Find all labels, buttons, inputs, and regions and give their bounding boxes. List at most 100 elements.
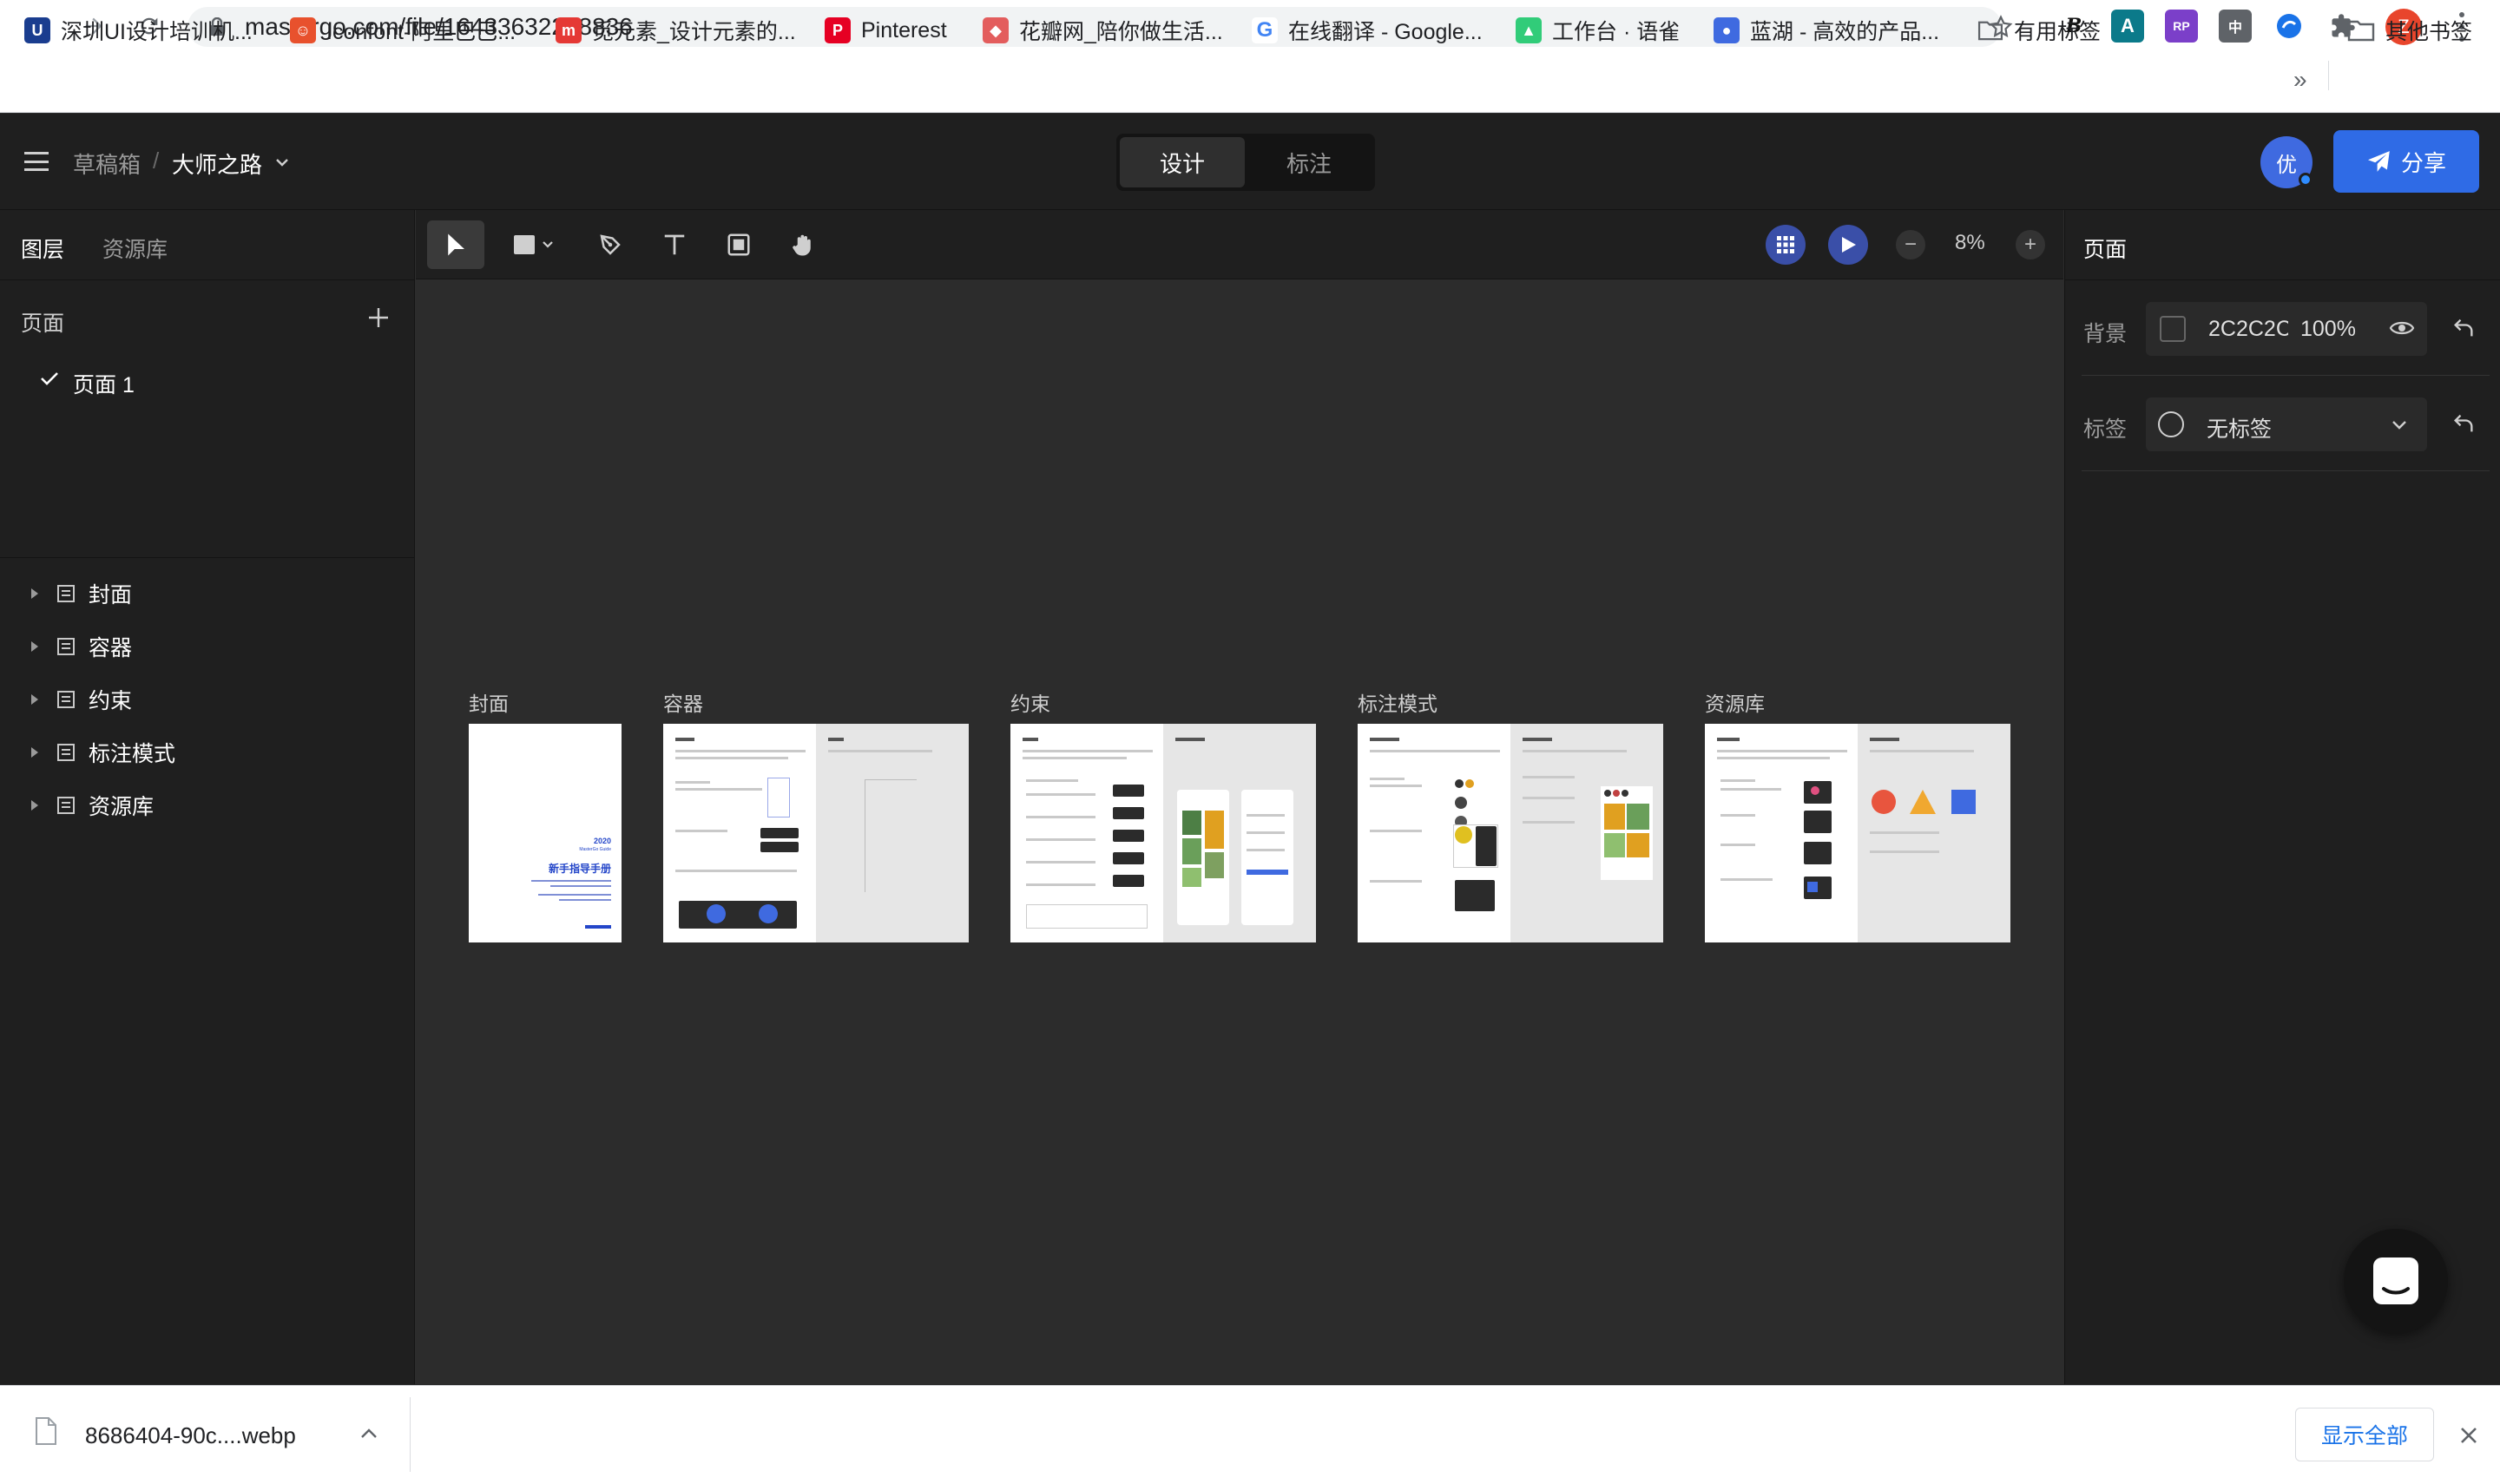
frame-cover[interactable]: 2020 MasterGo Guide 新手指导手册	[469, 724, 622, 942]
layer-row[interactable]: 容器	[0, 621, 415, 673]
chevron-down-icon[interactable]	[2391, 418, 2408, 430]
chevron-down-icon[interactable]	[274, 156, 290, 168]
extension-a-icon[interactable]: A	[2111, 10, 2144, 43]
yuque-icon: ▲	[1516, 17, 1542, 43]
tab-assets[interactable]: 资源库	[102, 233, 168, 264]
expand-triangle-icon[interactable]	[31, 588, 38, 599]
tab-design[interactable]: 设计	[1120, 137, 1245, 187]
components-button[interactable]	[1766, 225, 1806, 265]
bookmark-label: 深圳UI设计培训机...	[61, 20, 253, 44]
extension-blue-icon[interactable]	[2273, 10, 2306, 43]
layer-row[interactable]: 标注模式	[0, 726, 415, 778]
bookmark-label: 花瓣网_陪你做生活...	[1019, 20, 1223, 44]
properties-separator	[2082, 470, 2490, 471]
expand-triangle-icon[interactable]	[31, 800, 38, 811]
bookmark-item[interactable]: ◆ 花瓣网_陪你做生活...	[983, 14, 1223, 47]
layer-row[interactable]: 约束	[0, 673, 415, 726]
bookmark-item[interactable]: 有用标签	[1977, 14, 2101, 47]
tab-annotate[interactable]: 标注	[1247, 137, 1372, 187]
help-chat-button[interactable]	[2344, 1229, 2448, 1333]
breadcrumb-drafts[interactable]: 草稿箱	[73, 148, 141, 180]
frame-icon	[57, 638, 75, 655]
frame-icon	[57, 744, 75, 761]
add-page-icon[interactable]	[366, 305, 391, 330]
pages-layers-divider[interactable]	[0, 557, 415, 558]
bookmark-label: 觅元素_设计元素的...	[592, 20, 796, 44]
more-bookmarks-button[interactable]: »	[2293, 66, 2307, 94]
text-icon	[664, 234, 685, 255]
bookmark-label: 工作台 · 语雀	[1552, 20, 1681, 44]
extension-rp-icon[interactable]: RP	[2165, 10, 2198, 43]
show-all-downloads-button[interactable]: 显示全部	[2295, 1408, 2434, 1461]
google-icon: G	[1252, 17, 1278, 43]
layer-label: 封面	[89, 583, 133, 607]
frame-tool[interactable]	[710, 220, 767, 269]
hamburger-menu-icon[interactable]	[24, 152, 49, 171]
share-button[interactable]: 分享	[2333, 130, 2479, 193]
background-color-swatch[interactable]	[2160, 316, 2186, 342]
reset-icon[interactable]	[2451, 411, 2476, 436]
cover-year: 2020	[593, 837, 611, 845]
file-name[interactable]: 大师之路	[172, 148, 262, 180]
bookmark-item[interactable]: ● 蓝湖 - 高效的产品...	[1714, 14, 1939, 47]
frame-container[interactable]	[663, 724, 969, 942]
layer-row[interactable]: 资源库	[0, 779, 415, 831]
expand-triangle-icon[interactable]	[31, 641, 38, 652]
page-item-1[interactable]: 页面 1	[73, 368, 135, 399]
tag-select[interactable]	[2146, 397, 2427, 451]
properties-title: 页面	[2083, 238, 2128, 262]
download-filename[interactable]: 8686404-90c....webp	[85, 1422, 296, 1449]
frame-icon	[57, 797, 75, 814]
frame-assets[interactable]	[1705, 724, 2010, 942]
pinterest-icon: P	[825, 17, 851, 43]
background-opacity-input[interactable]: 100%	[2300, 317, 2356, 342]
frame-label-constraint[interactable]: 约束	[1010, 687, 1050, 717]
close-icon[interactable]	[2458, 1425, 2479, 1446]
properties-separator	[2082, 375, 2490, 376]
layer-label: 容器	[89, 636, 133, 660]
frame-label-container[interactable]: 容器	[663, 687, 703, 717]
breadcrumb-separator: /	[153, 148, 160, 174]
bookmark-label: Iconfont-阿里巴巴...	[326, 20, 516, 44]
bookmark-item[interactable]: G 在线翻译 - Google...	[1252, 14, 1483, 47]
hand-tool[interactable]	[774, 220, 832, 269]
other-bookmarks[interactable]: 其他书签	[2347, 14, 2472, 47]
grid-icon	[1777, 236, 1794, 253]
background-label: 背景	[2083, 322, 2128, 346]
layer-label: 约束	[89, 689, 133, 713]
zoom-out-button[interactable]: −	[1896, 230, 1925, 259]
frame-icon	[727, 233, 750, 256]
play-icon	[1842, 237, 1856, 253]
layer-row[interactable]: 封面	[0, 568, 415, 620]
bookmark-item[interactable]: U 深圳UI设计培训机...	[24, 14, 253, 47]
bookmark-item[interactable]: m 觅元素_设计元素的...	[556, 14, 796, 47]
eye-icon[interactable]	[2389, 318, 2415, 338]
tag-value[interactable]: 无标签	[2207, 412, 2272, 443]
expand-triangle-icon[interactable]	[31, 694, 38, 705]
layer-label: 标注模式	[89, 742, 176, 766]
prototype-play-button[interactable]	[1828, 225, 1868, 265]
frame-label-cover[interactable]: 封面	[469, 687, 509, 717]
background-hex-input[interactable]: 2C2C2C	[2208, 317, 2288, 342]
move-tool[interactable]	[427, 220, 484, 269]
bookmark-item[interactable]: ☺ Iconfont-阿里巴巴...	[290, 14, 516, 47]
tab-layers[interactable]: 图层	[21, 233, 64, 264]
frame-annotation[interactable]	[1358, 724, 1663, 942]
expand-triangle-icon[interactable]	[31, 747, 38, 758]
reset-icon[interactable]	[2451, 316, 2476, 340]
pen-tool[interactable]	[582, 220, 639, 269]
frame-label-annotation[interactable]: 标注模式	[1358, 687, 1438, 717]
frame-label-assets[interactable]: 资源库	[1705, 687, 1765, 717]
mi-icon: m	[556, 17, 582, 43]
rectangle-tool[interactable]	[500, 220, 566, 269]
bookmark-label: 蓝湖 - 高效的产品...	[1750, 20, 1940, 44]
zoom-in-button[interactable]: +	[2016, 230, 2045, 259]
chevron-up-icon[interactable]	[359, 1427, 378, 1441]
frame-constraint[interactable]	[1010, 724, 1316, 942]
bookmark-item[interactable]: ▲ 工作台 · 语雀	[1516, 14, 1680, 47]
bookmark-item[interactable]: P Pinterest	[825, 14, 947, 47]
extension-translate-icon[interactable]: 中	[2219, 10, 2252, 43]
text-tool[interactable]	[646, 220, 703, 269]
zoom-level[interactable]: 8%	[1955, 231, 1985, 255]
bookmark-label: 有用标签	[2014, 20, 2102, 44]
